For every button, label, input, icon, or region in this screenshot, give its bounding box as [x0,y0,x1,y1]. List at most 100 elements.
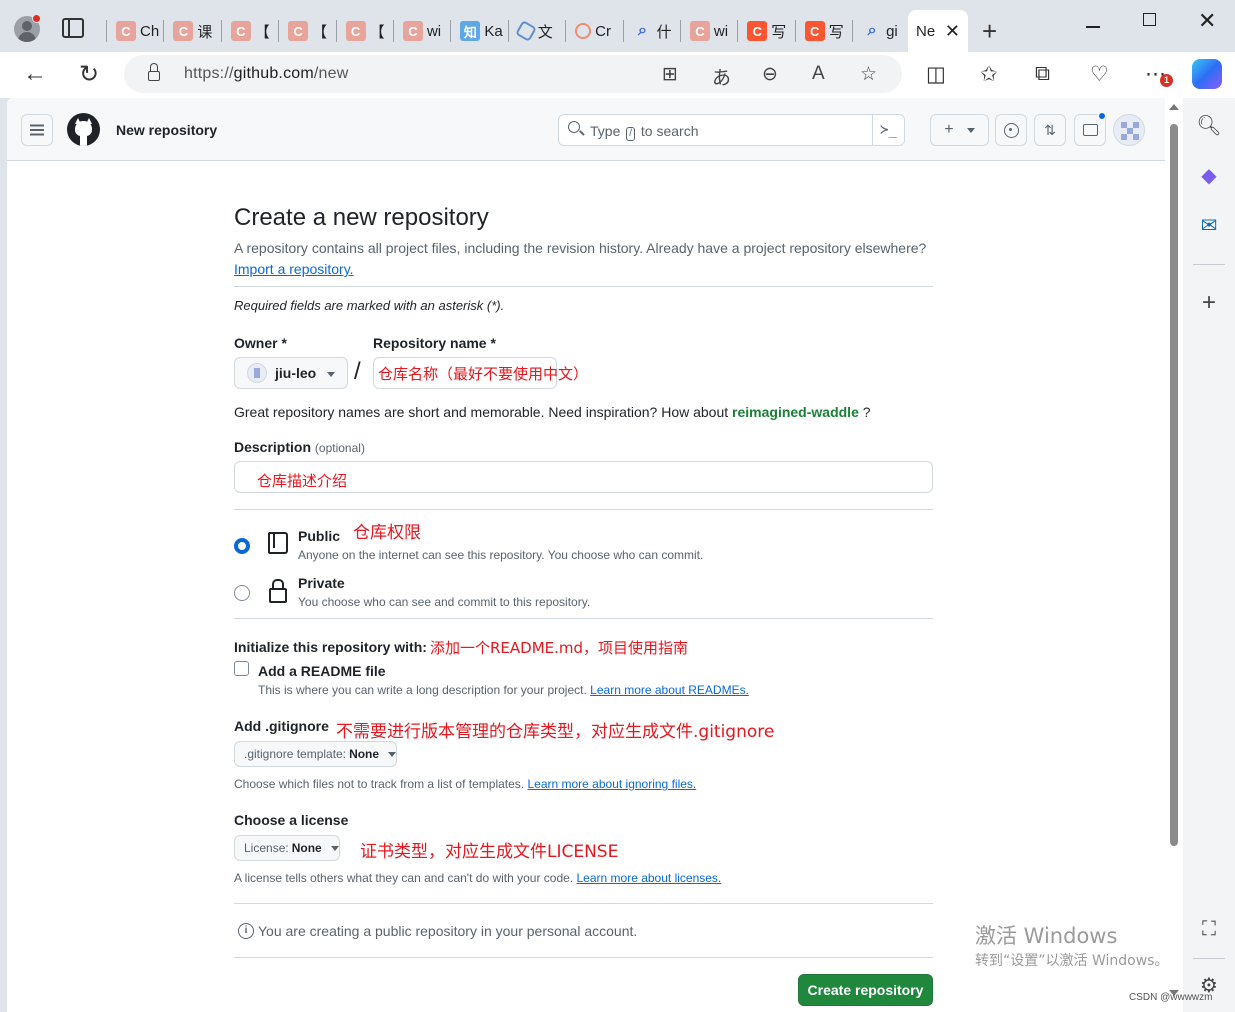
create-new-dropdown-button[interactable]: + [930,114,989,146]
translate-icon[interactable]: あ [712,63,731,90]
browser-tab[interactable]: Cwi [679,12,737,50]
tab-favicon-icon: C [345,21,366,41]
browser-tab[interactable]: C课 [163,12,220,50]
readme-learn-more-link[interactable]: Learn more about READMEs. [590,683,749,697]
chevron-down-icon [388,751,397,757]
active-tab[interactable]: Ne ✕ [908,10,968,52]
page-context-title[interactable]: New repository [116,122,217,138]
sidebar-search-icon[interactable]: 🔍︎ [1196,112,1222,138]
public-radio[interactable] [234,538,250,554]
gitignore-note: Choose which files not to track from a l… [234,777,697,791]
zoom-icon[interactable]: ⊖ [762,63,778,86]
tab-favicon-icon: C [230,21,251,41]
profile-alert-dot [32,14,41,23]
create-repository-button[interactable]: Create repository [798,974,933,1006]
collections-icon[interactable]: ⧉ [1035,62,1050,86]
browser-tab[interactable]: C 【 [335,12,393,50]
tab-title: wi [426,22,442,40]
required-fields-note: Required fields are marked with an aster… [234,298,505,313]
browser-tab[interactable]: 知 Ka [450,12,507,50]
browser-tab[interactable]: C写 [737,12,794,50]
user-avatar[interactable] [1113,114,1145,146]
windows-activation-watermark: 激活 Windows [975,924,1118,948]
app-available-icon[interactable]: ⊞ [662,63,678,86]
issues-icon[interactable] [995,114,1027,146]
license-select[interactable]: License: None [234,835,340,861]
owner-select[interactable]: jiu-leo [234,357,348,389]
browser-tab[interactable]: C 【 [278,12,335,50]
maximize-window-icon[interactable] [1143,13,1156,26]
tab-title: 什 [656,23,672,41]
sidebar-copilot-icon[interactable]: ◆ [1196,162,1222,188]
license-learn-more-link[interactable]: Learn more about licenses. [577,871,722,885]
tab-title: Ch [140,22,160,40]
tab-favicon-icon: ⌕ [867,22,877,39]
favorite-star-icon[interactable]: ☆ [860,63,877,86]
import-repository-link[interactable]: Import a repository. [234,261,354,277]
private-radio[interactable] [234,585,250,601]
menu-hamburger-icon[interactable] [21,114,53,146]
public-option-desc: Anyone on the internet can see this repo… [298,548,704,562]
tab-title: Cr [595,22,611,40]
search-icon [568,121,580,133]
add-readme-checkbox[interactable] [234,661,249,676]
browser-tab[interactable]: Cr [565,12,622,50]
annotation-license: 证书类型，对应生成文件LICENSE [360,842,619,862]
sidebar-screenshot-icon[interactable]: ⛶ [1196,916,1222,942]
divider [234,957,933,958]
annotation-description: 仓库描述介绍 [257,472,348,490]
browser-tab[interactable]: Cwi [392,12,450,50]
browser-essentials-icon[interactable]: ♡ [1090,62,1109,87]
tab-title: wi [713,22,729,40]
tab-title: gi [886,22,898,40]
owner-label: Owner * [234,335,287,351]
split-screen-icon[interactable]: ◫ [926,62,946,87]
browser-tab[interactable]: C Ch [106,12,163,50]
search-input[interactable]: Type / to search ≻_ [558,114,905,146]
tab-title: 【 [369,23,385,41]
back-icon[interactable]: ← [20,60,50,88]
sidebar-outlook-icon[interactable]: ✉ [1196,212,1222,238]
github-logo-icon[interactable] [67,113,100,146]
gitignore-learn-more-link[interactable]: Learn more about ignoring files. [527,777,696,791]
info-icon: i [238,923,254,939]
close-tab-icon[interactable]: ✕ [945,21,960,42]
address-bar[interactable]: https://github.com/new ⊞ あ ⊖ A ☆ [124,55,902,93]
browser-tab[interactable]: C 【 [220,12,278,50]
add-readme-label[interactable]: Add a README file [258,663,386,679]
page-viewport: New repository Type / to search ≻_ + ⇅ C… [7,98,1183,1012]
minimize-window-icon[interactable] [1086,26,1100,28]
browser-tab[interactable]: C写 [794,12,852,50]
favorites-icon[interactable]: ✩ [980,62,998,87]
tab-actions-icon[interactable] [62,18,84,38]
annotation-visibility: 仓库权限 [353,523,421,543]
pull-requests-icon[interactable]: ⇅ [1034,114,1066,146]
read-aloud-icon[interactable]: A [812,63,825,85]
copilot-icon[interactable] [1192,59,1222,89]
sidebar-divider [1193,958,1225,959]
divider [234,618,933,619]
browser-tab[interactable]: ⌕ gi [852,12,909,50]
refresh-icon[interactable]: ↻ [74,60,104,89]
divider [234,509,933,510]
browser-tab[interactable]: ⌕ 什 [622,12,680,50]
tab-favicon-icon: C [689,21,710,41]
browser-tab[interactable]: 文 [507,12,565,50]
close-window-icon[interactable]: ✕ [1198,8,1216,34]
scroll-up-arrow-icon[interactable] [1169,104,1179,110]
sidebar-add-icon[interactable]: + [1196,289,1222,316]
url-text[interactable]: https://github.com/new [184,65,349,83]
tab-title: 课 [197,23,213,41]
suggested-name-link[interactable]: reimagined-waddle [732,404,859,420]
tab-list: C Ch C 课 C 【C 【C 【Cwi 知 Ka 文 Cr ⌕ 什 Cwi C 写 C 写 ⌕ gi [106,12,909,50]
page-scrollbar[interactable] [1165,98,1183,1012]
browser-toolbar: ← ↻ https://github.com/new ⊞ あ ⊖ A ☆ ◫ ✩… [0,52,1235,98]
lock-icon[interactable] [148,63,160,81]
tab-title: 写 [828,23,844,41]
gitignore-label: Add .gitignore [234,718,329,734]
command-palette-icon[interactable]: ≻_ [872,115,904,145]
gitignore-template-select[interactable]: .gitignore template: None [234,741,398,767]
new-tab-button[interactable]: + [982,16,997,47]
scroll-thumb[interactable] [1170,124,1178,846]
public-repo-info: You are creating a public repository in … [258,923,638,939]
